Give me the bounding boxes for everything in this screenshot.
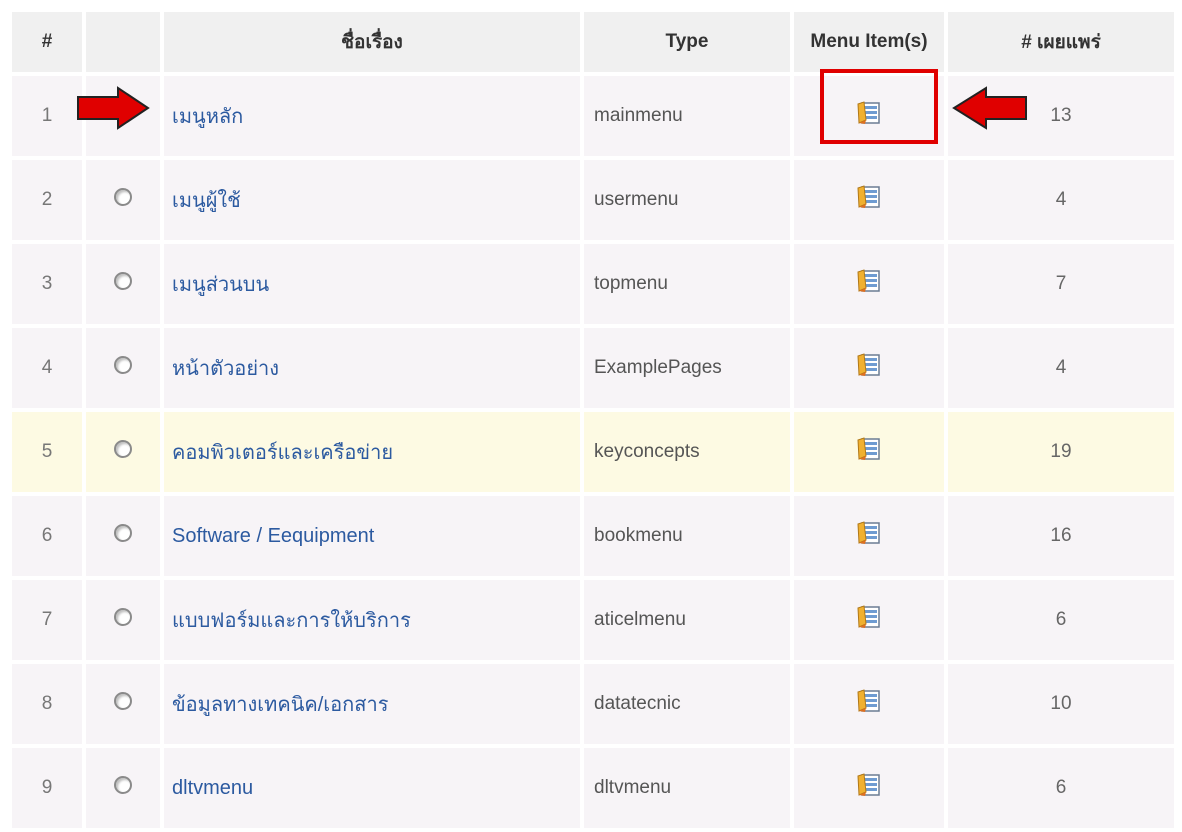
- radio-button[interactable]: [114, 692, 132, 710]
- row-select[interactable]: [86, 580, 160, 660]
- menu-title-link[interactable]: dltvmenu: [172, 777, 253, 799]
- row-title-cell: Software / Eequipment: [164, 496, 580, 576]
- row-select[interactable]: [86, 496, 160, 576]
- row-number: 7: [12, 580, 82, 660]
- row-number: 3: [12, 244, 82, 324]
- table-row: 2 เมนูผู้ใช้ usermenu 4: [12, 160, 1174, 240]
- header-blank: [86, 12, 160, 72]
- row-number: 1: [12, 76, 82, 156]
- row-type: ExamplePages: [584, 328, 790, 408]
- table-row: 4 หน้าตัวอย่าง ExamplePages 4: [12, 328, 1174, 408]
- row-title-cell: เมนูผู้ใช้: [164, 160, 580, 240]
- table-header-row: # ชื่อเรื่อง Type Menu Item(s) # เผยแพร่: [12, 12, 1174, 72]
- row-type: aticelmenu: [584, 580, 790, 660]
- radio-button[interactable]: [114, 608, 132, 626]
- menu-manager: # ชื่อเรื่อง Type Menu Item(s) # เผยแพร่…: [0, 0, 1182, 828]
- row-number: 9: [12, 748, 82, 828]
- radio-button[interactable]: [114, 188, 132, 206]
- row-type: datatecnic: [584, 664, 790, 744]
- menu-items-icon[interactable]: [856, 436, 882, 462]
- row-published-count: 10: [948, 664, 1174, 744]
- row-menu-items[interactable]: [794, 496, 944, 576]
- row-type: dltvmenu: [584, 748, 790, 828]
- table-row: 6 Software / Eequipment bookmenu 16: [12, 496, 1174, 576]
- row-published-count: 4: [948, 160, 1174, 240]
- row-number: 6: [12, 496, 82, 576]
- menu-title-link[interactable]: เมนูผู้ใช้: [172, 190, 241, 212]
- header-num[interactable]: #: [12, 12, 82, 72]
- red-arrow-icon: [952, 86, 1027, 130]
- row-title-cell: คอมพิวเตอร์และเครือข่าย: [164, 412, 580, 492]
- menu-title-link[interactable]: เมนูส่วนบน: [172, 274, 269, 296]
- row-menu-items[interactable]: [794, 748, 944, 828]
- row-number: 4: [12, 328, 82, 408]
- table-row: 3 เมนูส่วนบน topmenu 7: [12, 244, 1174, 324]
- table-row: 7 แบบฟอร์มและการให้บริการ aticelmenu 6: [12, 580, 1174, 660]
- row-published-count: 6: [948, 748, 1174, 828]
- row-number: 8: [12, 664, 82, 744]
- row-title-cell: เมนูหลัก: [164, 76, 580, 156]
- menu-title-link[interactable]: หน้าตัวอย่าง: [172, 358, 279, 380]
- radio-button[interactable]: [114, 524, 132, 542]
- header-menu-items: Menu Item(s): [794, 12, 944, 72]
- menu-table: # ชื่อเรื่อง Type Menu Item(s) # เผยแพร่…: [8, 8, 1178, 832]
- row-type: bookmenu: [584, 496, 790, 576]
- menu-items-icon[interactable]: [856, 604, 882, 630]
- menu-items-icon[interactable]: [856, 688, 882, 714]
- row-select[interactable]: [86, 244, 160, 324]
- row-number: 5: [12, 412, 82, 492]
- menu-items-icon[interactable]: [856, 520, 882, 546]
- row-title-cell: dltvmenu: [164, 748, 580, 828]
- row-menu-items[interactable]: [794, 160, 944, 240]
- row-menu-items[interactable]: [794, 580, 944, 660]
- row-title-cell: เมนูส่วนบน: [164, 244, 580, 324]
- row-published-count: 19: [948, 412, 1174, 492]
- row-title-cell: หน้าตัวอย่าง: [164, 328, 580, 408]
- radio-button[interactable]: [114, 776, 132, 794]
- red-arrow-icon: [77, 86, 150, 130]
- menu-title-link[interactable]: ข้อมูลทางเทคนิค/เอกสาร: [172, 694, 388, 716]
- row-menu-items[interactable]: [794, 244, 944, 324]
- row-select[interactable]: [86, 328, 160, 408]
- table-row: 9 dltvmenu dltvmenu 6: [12, 748, 1174, 828]
- row-published-count: 16: [948, 496, 1174, 576]
- row-type: keyconcepts: [584, 412, 790, 492]
- table-row: 8 ข้อมูลทางเทคนิค/เอกสาร datatecnic 10: [12, 664, 1174, 744]
- row-published-count: 7: [948, 244, 1174, 324]
- row-select[interactable]: [86, 748, 160, 828]
- radio-button[interactable]: [114, 440, 132, 458]
- menu-items-icon[interactable]: [856, 184, 882, 210]
- row-type: mainmenu: [584, 76, 790, 156]
- radio-button[interactable]: [114, 272, 132, 290]
- row-select[interactable]: [86, 664, 160, 744]
- radio-button[interactable]: [114, 356, 132, 374]
- row-type: topmenu: [584, 244, 790, 324]
- row-title-cell: ข้อมูลทางเทคนิค/เอกสาร: [164, 664, 580, 744]
- header-published[interactable]: # เผยแพร่: [948, 12, 1174, 72]
- menu-items-icon[interactable]: [856, 772, 882, 798]
- header-title[interactable]: ชื่อเรื่อง: [164, 12, 580, 72]
- menu-items-icon[interactable]: [856, 352, 882, 378]
- menu-title-link[interactable]: คอมพิวเตอร์และเครือข่าย: [172, 442, 393, 464]
- table-row: 5 คอมพิวเตอร์และเครือข่าย keyconcepts 19: [12, 412, 1174, 492]
- annotation-box: [820, 69, 938, 144]
- menu-title-link[interactable]: เมนูหลัก: [172, 106, 243, 128]
- menu-title-link[interactable]: Software / Eequipment: [172, 525, 374, 547]
- row-number: 2: [12, 160, 82, 240]
- row-menu-items[interactable]: [794, 664, 944, 744]
- row-menu-items[interactable]: [794, 412, 944, 492]
- row-published-count: 4: [948, 328, 1174, 408]
- row-published-count: 6: [948, 580, 1174, 660]
- row-select[interactable]: [86, 160, 160, 240]
- row-menu-items[interactable]: [794, 328, 944, 408]
- header-type[interactable]: Type: [584, 12, 790, 72]
- menu-items-icon[interactable]: [856, 268, 882, 294]
- row-title-cell: แบบฟอร์มและการให้บริการ: [164, 580, 580, 660]
- menu-title-link[interactable]: แบบฟอร์มและการให้บริการ: [172, 610, 411, 632]
- row-type: usermenu: [584, 160, 790, 240]
- row-select[interactable]: [86, 412, 160, 492]
